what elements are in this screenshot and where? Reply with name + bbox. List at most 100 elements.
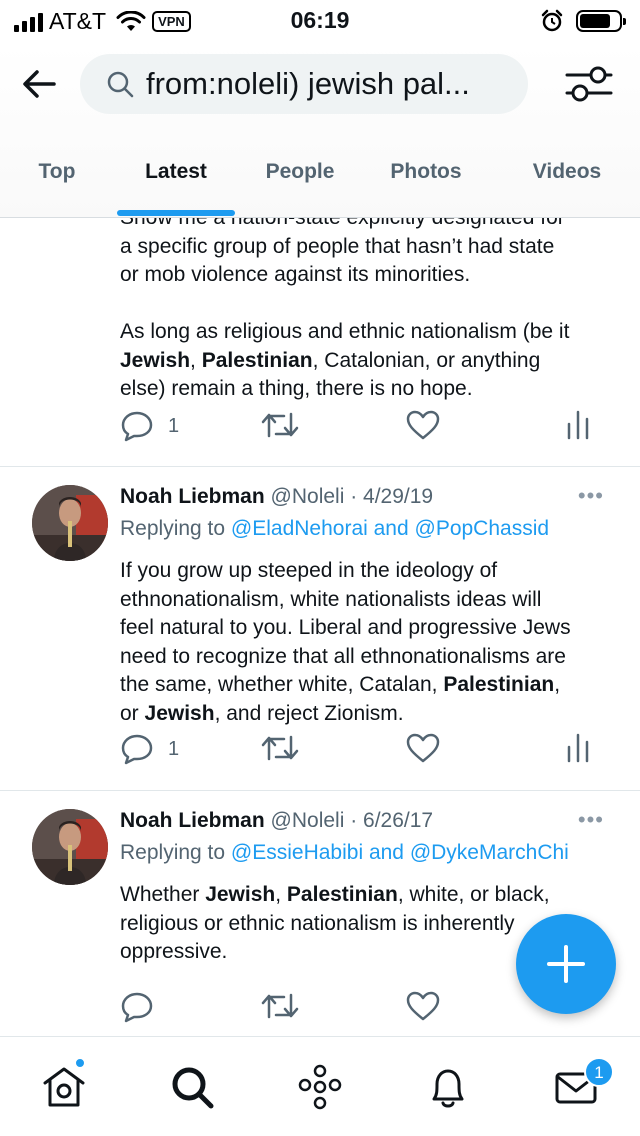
tweet-date: · 6/26/17 [350,809,434,832]
reply-icon [121,411,153,442]
tweet-text-line: need to recognize that all ethnonational… [120,644,566,668]
heart-icon [406,733,440,763]
search-tabs: Top Latest People Photos Videos [0,152,640,218]
analytics-icon [567,733,589,763]
tweet-text-line: the same, whether white, Catalan, Palest… [120,671,610,700]
messages-badge: 1 [584,1057,614,1087]
highlighted-term: Palestinian [201,348,313,372]
retweet-button[interactable] [260,410,300,440]
tweet-text-line: As long as religious and ethnic national… [120,320,570,343]
spaces-icon[interactable] [296,1063,344,1111]
battery-icon [576,10,626,32]
text-fragment: , and reject Zionism. [214,701,404,725]
alarm-clock-icon [541,9,563,32]
text-fragment: Whether [120,883,206,906]
retweet-button[interactable] [260,733,300,763]
analytics-button[interactable] [566,410,590,440]
tab-top[interactable]: Top [12,152,102,218]
reply-button[interactable]: 1 [120,733,179,765]
replying-to: Replying to @EladNehorai and @PopChassid [120,517,549,541]
home-notification-dot [74,1057,86,1069]
home-icon[interactable] [40,1063,88,1111]
analytics-icon [567,410,589,440]
tab-latest[interactable]: Latest [117,152,235,218]
notifications-bell-icon[interactable] [424,1063,472,1111]
avatar-image [32,809,108,885]
tweet-divider [0,790,640,791]
avatar[interactable] [32,485,108,561]
compose-tweet-button[interactable] [516,914,616,1014]
reply-count: 1 [168,414,180,437]
replying-to-users-link[interactable]: @EssieHabibi and @DykeMarchChi [231,841,569,864]
like-button[interactable] [406,991,440,1021]
avatar-image [32,485,108,561]
tab-people[interactable]: People [250,152,350,218]
like-button[interactable] [406,410,440,440]
highlighted-term: Jewish [144,701,215,725]
retweet-icon [261,993,299,1019]
search-tab-icon[interactable] [168,1063,216,1111]
text-fragment: , Catalonian, or anything [312,348,541,372]
search-query-text: from:noleli) jewish pal... [146,66,470,101]
tweet-actions: 1 [120,733,600,773]
handle[interactable]: @Noleli [271,485,345,508]
replying-to: Replying to @EssieHabibi and @DykeMarchC… [120,841,569,865]
highlighted-term: Palestinian [286,883,398,906]
more-options-icon[interactable]: ••• [578,807,604,833]
reply-icon [121,734,153,765]
display-name[interactable]: Noah Liebman [120,485,265,508]
tweet-text-line: feel natural to you. Liberal and progres… [120,616,571,639]
reply-icon [121,992,153,1023]
reply-button[interactable] [120,991,154,1023]
tweet-text-line: or Jewish, and reject Zionism. [120,700,610,729]
replying-to-label: Replying to [120,517,226,540]
tweet-text-line: else) remain a thing, there is no hope. [120,377,473,400]
highlighted-term: Jewish [205,883,276,906]
highlighted-term: Palestinian [443,673,555,696]
avatar[interactable] [32,809,108,885]
text-fragment: , [275,883,287,906]
more-options-icon[interactable]: ••• [578,483,604,509]
heart-icon [406,410,440,440]
status-bar: AT&T VPN 06:19 [0,0,640,44]
tweet-header: Noah Liebman @Noleli · 4/29/19 [120,485,433,509]
retweet-icon [261,735,299,761]
text-fragment: the same, whether white, Catalan, [120,673,444,696]
reply-count: 1 [168,737,180,760]
tweet-text-line: Whether Jewish, Palestinian, white, or b… [120,881,610,910]
heart-icon [406,991,440,1021]
text-fragment: , [190,348,202,372]
tweet-text-line: If you grow up steeped in the ideology o… [120,559,498,582]
tab-videos[interactable]: Videos [516,152,618,218]
search-icon [107,71,134,98]
search-results-feed[interactable]: Show me a nation-state explicitly design… [0,218,640,1036]
like-button[interactable] [406,733,440,763]
text-fragment: or [120,701,145,725]
tweet-actions: 1 [120,410,600,450]
search-input[interactable]: from:noleli) jewish pal... [80,54,528,114]
reply-button[interactable]: 1 [120,410,179,442]
active-tab-indicator [117,210,235,216]
bottom-tab-bar: 1 [0,1036,640,1136]
tweet-header: Noah Liebman @Noleli · 6/26/17 [120,809,433,833]
search-filter-icon[interactable] [564,63,614,105]
tweet-text-line: a specific group of people that hasn’t h… [120,234,555,258]
back-arrow-icon[interactable] [20,64,60,104]
plus-icon [547,945,585,983]
handle[interactable]: @Noleli [271,809,345,832]
tweet-text-line: Jewish, Palestinian, Catalonian, or anyt… [120,347,610,376]
analytics-button[interactable] [566,733,590,763]
retweet-icon [261,412,299,438]
tweet-text: Show me a nation-state explicitly design… [120,218,610,404]
tweet-date: · 4/29/19 [350,485,434,508]
highlighted-term: Jewish [120,348,191,372]
text-fragment: , white, or black, [397,883,550,906]
retweet-button[interactable] [260,991,300,1021]
display-name[interactable]: Noah Liebman [120,809,265,832]
replying-to-users-link[interactable]: @EladNehorai and @PopChassid [231,517,549,540]
search-header: from:noleli) jewish pal... Top Latest Pe… [0,44,640,218]
tweet-text-line: or mob violence against its minorities. [120,263,471,286]
tweet-text-line: ethnonationalism, white nationalists ide… [120,587,542,611]
tab-photos[interactable]: Photos [370,152,482,218]
replying-to-label: Replying to [120,841,226,864]
